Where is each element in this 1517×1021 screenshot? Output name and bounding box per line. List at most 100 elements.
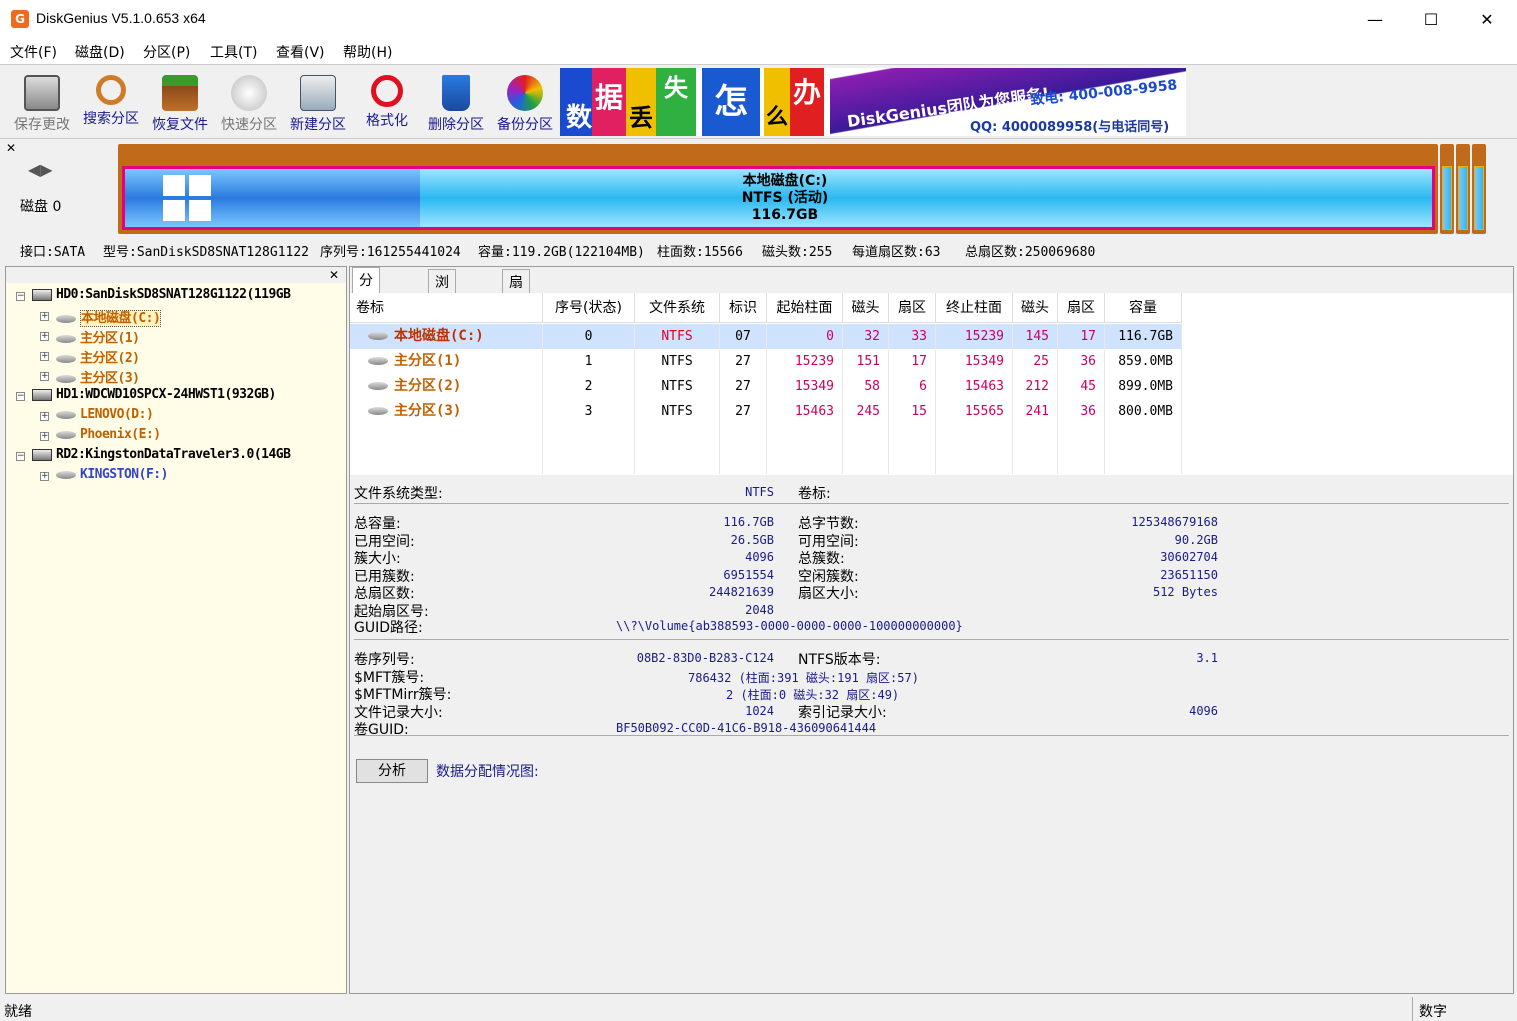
table-cell[interactable]: 151 [843,349,889,374]
maximize-button[interactable]: ☐ [1408,0,1454,38]
ad-banner[interactable]: 数 据 丢 失 怎 么 办 ! DiskGenius团队为您服务! 致电: 40… [560,68,1186,136]
table-cell[interactable]: 2 [543,374,635,399]
column-header[interactable]: 起始柱面 [767,293,843,323]
table-cell[interactable]: 145 [1013,324,1058,349]
tab-sector-edit[interactable]: 扇区编辑 [502,269,530,351]
table-cell[interactable]: 17 [1058,324,1105,349]
table-cell[interactable] [843,449,889,474]
tree-expander[interactable]: + [40,412,49,421]
table-cell[interactable] [350,424,543,449]
table-cell[interactable] [767,449,843,474]
column-header[interactable]: 扇区 [1058,293,1105,323]
table-cell[interactable] [1058,424,1105,449]
table-cell[interactable]: 27 [720,399,767,424]
delete-partition-button[interactable]: 删除分区 [423,71,489,137]
table-cell[interactable] [1013,424,1058,449]
table-cell[interactable]: 15239 [767,349,843,374]
partition-2-block[interactable] [1456,144,1470,234]
close-button[interactable]: ✕ [1464,0,1510,38]
table-cell[interactable] [1058,449,1105,474]
menu-tools[interactable]: 工具(T) [210,42,257,62]
table-cell[interactable] [936,424,1013,449]
menu-disk[interactable]: 磁盘(D) [75,42,125,62]
table-cell[interactable]: 245 [843,399,889,424]
menu-file[interactable]: 文件(F) [10,42,57,62]
tree-expander[interactable]: − [16,392,25,401]
partition-3-block[interactable] [1472,144,1486,234]
column-header[interactable]: 磁头 [1013,293,1058,323]
tree-partition-item[interactable]: LENOVO(D:) [56,407,154,422]
table-cell[interactable]: 33 [889,324,936,349]
table-cell[interactable] [720,424,767,449]
table-cell[interactable]: 800.0MB [1105,399,1182,424]
table-cell[interactable]: NTFS [635,374,720,399]
table-cell[interactable]: NTFS [635,349,720,374]
tree-partition-item[interactable]: Phoenix(E:) [56,427,161,442]
table-cell[interactable]: 27 [720,349,767,374]
table-cell[interactable]: 58 [843,374,889,399]
backup-partition-button[interactable]: 备份分区 [492,71,558,137]
table-cell[interactable]: 15239 [936,324,1013,349]
table-cell[interactable] [936,449,1013,474]
column-header[interactable]: 扇区 [889,293,936,323]
table-cell[interactable]: 241 [1013,399,1058,424]
table-cell[interactable] [843,424,889,449]
table-cell[interactable]: 27 [720,374,767,399]
table-cell[interactable]: 1 [543,349,635,374]
tree-partition-item[interactable]: 主分区(3) [56,367,140,386]
table-cell[interactable]: 3 [543,399,635,424]
tree-disk-item[interactable]: HD0:SanDiskSD8SNAT128G1122(119GB [32,287,291,302]
column-header[interactable]: 标识 [720,293,767,323]
table-cell[interactable]: 07 [720,324,767,349]
table-cell[interactable]: NTFS [635,399,720,424]
partition-c-block[interactable]: 本地磁盘(C:) NTFS (活动) 116.7GB [122,166,1435,230]
tree-expander[interactable]: + [40,472,49,481]
table-cell[interactable] [350,449,543,474]
table-cell[interactable]: 6 [889,374,936,399]
table-cell[interactable] [720,449,767,474]
tree-partition-item[interactable]: 本地磁盘(C:) [56,307,162,327]
save-button[interactable]: 保存更改 [9,71,75,137]
table-cell[interactable] [889,424,936,449]
tree-disk-item[interactable]: RD2:KingstonDataTraveler3.0(14GB [32,447,291,462]
table-cell[interactable]: 0 [543,324,635,349]
table-cell[interactable]: 15349 [936,349,1013,374]
table-cell[interactable]: 15 [889,399,936,424]
table-cell[interactable]: 45 [1058,374,1105,399]
restore-files-button[interactable]: 恢复文件 [147,71,213,137]
menu-partition[interactable]: 分区(P) [143,42,190,62]
partition-1-block[interactable] [1440,144,1454,234]
format-button[interactable]: 格式化 [354,71,420,137]
column-header[interactable]: 磁头 [843,293,889,323]
table-cell[interactable] [543,449,635,474]
quick-partition-button[interactable]: 快速分区 [216,71,282,137]
tree-expander[interactable]: − [16,452,25,461]
new-partition-button[interactable]: 新建分区 [285,71,351,137]
column-header[interactable]: 终止柱面 [936,293,1013,323]
tree-expander[interactable]: + [40,372,49,381]
tree-expander[interactable]: + [40,352,49,361]
minimize-button[interactable]: — [1352,0,1398,38]
analyze-button[interactable]: 分析 [356,759,428,783]
table-cell[interactable]: 899.0MB [1105,374,1182,399]
table-cell[interactable] [1105,424,1182,449]
tree-partition-item[interactable]: KINGSTON(F:) [56,467,168,482]
column-header[interactable]: 卷标 [350,293,543,323]
table-cell[interactable]: 17 [889,349,936,374]
tree-expander[interactable]: + [40,432,49,441]
tree-disk-item[interactable]: HD1:WDCWD10SPCX-24HWST1(932GB) [32,387,276,402]
tab-browse-files[interactable]: 浏览文件 [428,269,456,351]
table-cell[interactable] [767,424,843,449]
close-tree-icon[interactable]: ✕ [329,268,339,282]
table-cell[interactable] [635,449,720,474]
table-cell[interactable] [1013,449,1058,474]
menu-view[interactable]: 查看(V) [276,42,325,62]
menu-help[interactable]: 帮助(H) [343,42,392,62]
column-header[interactable]: 序号(状态) [543,293,635,323]
table-cell[interactable]: 15349 [767,374,843,399]
table-cell[interactable] [543,424,635,449]
table-cell[interactable] [1105,449,1182,474]
table-cell[interactable]: 212 [1013,374,1058,399]
table-cell[interactable]: 15565 [936,399,1013,424]
table-cell[interactable]: 0 [767,324,843,349]
